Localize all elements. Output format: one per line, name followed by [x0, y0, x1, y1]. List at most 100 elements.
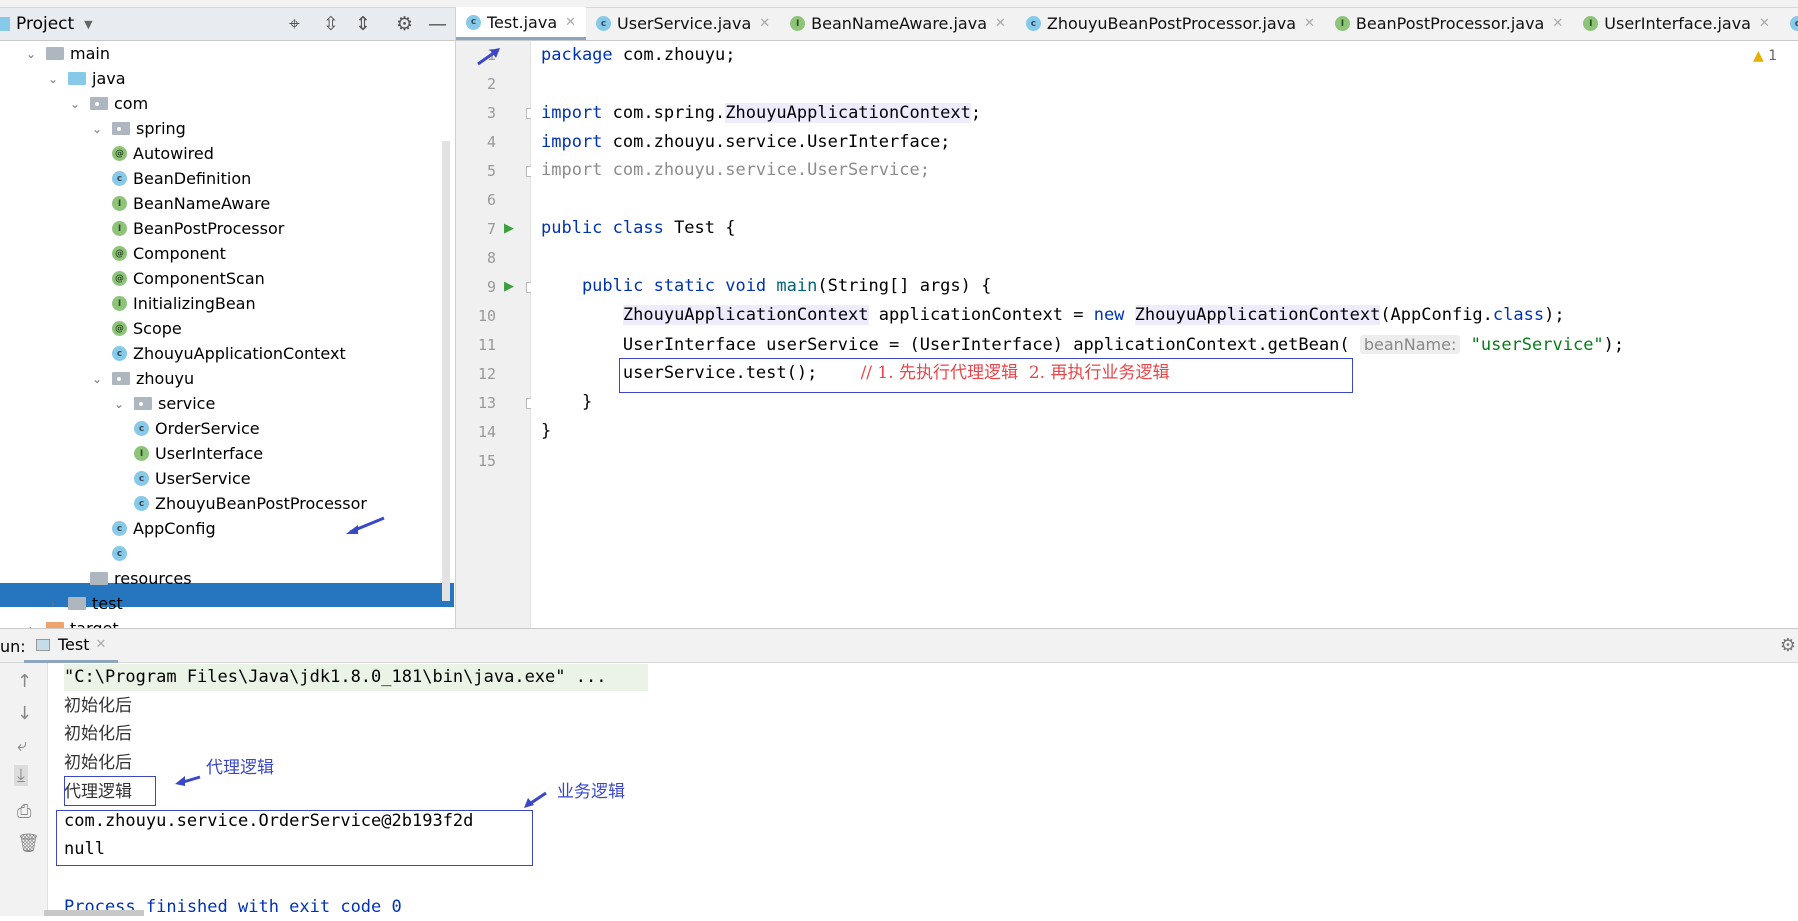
close-tab-icon[interactable]: ✕	[995, 16, 1006, 31]
annotation-box-proxy	[64, 776, 156, 806]
tree-item-autowired[interactable]: @ Autowired	[112, 141, 214, 166]
run-gutter-icon[interactable]: ▶	[504, 279, 514, 294]
close-tab-icon[interactable]: ✕	[759, 16, 770, 31]
tree-item-beanpostprocessor[interactable]: I BeanPostProcessor	[112, 216, 284, 241]
tab-beanpostprocessor-java[interactable]: I BeanPostProcessor.java ✕	[1325, 7, 1573, 40]
tree-item-label: spring	[136, 119, 186, 138]
close-tab-icon[interactable]: ✕	[1759, 16, 1770, 31]
tree-item-label: Autowired	[133, 144, 214, 163]
tree-item-main[interactable]: ⌄ main	[24, 41, 110, 66]
chevron-down-icon[interactable]: ⌄	[46, 72, 60, 86]
console-horizontal-scrollbar[interactable]	[44, 910, 144, 916]
tree-item-label: java	[92, 69, 126, 88]
collapse-all-icon[interactable]: ⇕	[355, 13, 371, 35]
tree-item-test[interactable]: c Test	[112, 541, 165, 566]
run-tab-test[interactable]: Test ✕	[24, 629, 119, 663]
project-view-icon	[0, 17, 10, 31]
tree-item-userinterface[interactable]: I UserInterface	[134, 441, 263, 466]
line-number: 10	[477, 307, 496, 325]
class-icon: c	[112, 346, 127, 361]
down-arrow-icon[interactable]: ↓	[17, 703, 32, 724]
chevron-down-icon[interactable]: ⌄	[90, 372, 104, 386]
chevron-right-icon[interactable]: ›	[46, 597, 60, 611]
code-line-4: import com.zhouyu.service.UserInterface;	[541, 132, 951, 152]
tree-item-zhouyu[interactable]: ⌄ zhouyu	[90, 366, 194, 391]
tree-item-beannameaware[interactable]: I BeanNameAware	[112, 191, 270, 216]
tree-item-scope[interactable]: @ Scope	[112, 316, 182, 341]
class-icon: c	[112, 521, 127, 536]
chevron-down-icon[interactable]: ⌄	[24, 47, 38, 61]
line-number: 2	[486, 75, 496, 93]
tab-beannameaware-java[interactable]: I BeanNameAware.java ✕	[780, 7, 1016, 40]
console-line: 初始化后	[64, 753, 132, 773]
tree-item-java[interactable]: ⌄ java	[46, 66, 126, 91]
up-arrow-icon[interactable]: ↑	[17, 671, 32, 692]
tree-item-userservice[interactable]: c UserService	[134, 466, 251, 491]
package-icon	[90, 97, 108, 110]
tree-item-zhouyuapplicationcontext[interactable]: c ZhouyuApplicationContext	[112, 341, 346, 366]
tree-item-target[interactable]: ›target	[24, 616, 119, 628]
editor-tabs: c Test.java ✕ c UserService.java ✕ I BeanNameAw…	[456, 7, 1798, 41]
chevron-down-icon[interactable]: ⌄	[90, 122, 104, 136]
tab-zhouyubeanpostprocessor-java[interactable]: c ZhouyuBeanPostProcessor.java ✕	[1016, 7, 1325, 40]
gear-icon[interactable]: ⚙	[1780, 635, 1796, 656]
tree-item-beandefinition[interactable]: c BeanDefinition	[112, 166, 251, 191]
tree-item-service[interactable]: ⌄ service	[112, 391, 215, 416]
annotation-proxy-label: 代理逻辑	[206, 758, 274, 778]
scroll-to-end-icon[interactable]: ⤓	[14, 765, 28, 786]
annotation-icon: @	[112, 246, 127, 261]
tree-item-label: BeanDefinition	[133, 169, 252, 188]
interface-icon: I	[112, 296, 127, 311]
tree-item-label: test	[92, 594, 123, 613]
line-number: 4	[486, 133, 496, 151]
tree-item-appconfig[interactable]: c AppConfig	[112, 516, 216, 541]
line-number: 9	[486, 278, 496, 296]
warning-indicator[interactable]: ▲ 1	[1753, 48, 1777, 64]
project-panel-header: Project ▼ ⌖ ⇳ ⇕ ⚙ —	[0, 8, 456, 41]
close-tab-icon[interactable]: ✕	[1552, 16, 1563, 31]
tab-test-java[interactable]: c Test.java ✕	[456, 7, 587, 40]
tree-item-initializingbean[interactable]: I InitializingBean	[112, 291, 256, 316]
tree-item-component[interactable]: @ Component	[112, 241, 226, 266]
console-line: 初始化后	[64, 724, 132, 744]
tree-item-zhouyubeanpostprocessor[interactable]: c ZhouyuBeanPostProcessor	[134, 491, 367, 516]
trash-icon[interactable]: 🗑	[17, 833, 40, 854]
tree-item-test[interactable]: › test	[46, 591, 123, 616]
dropdown-icon[interactable]: ▼	[84, 18, 92, 31]
chevron-down-icon[interactable]: ⌄	[112, 397, 126, 411]
line-number: 5	[486, 162, 496, 180]
gear-icon[interactable]: ⚙	[396, 13, 413, 35]
tab-userservice-java[interactable]: c UserService.java ✕	[586, 7, 780, 40]
interface-icon: I	[1583, 16, 1599, 31]
close-tab-icon[interactable]: ✕	[1304, 16, 1315, 31]
line-number: 3	[486, 104, 496, 122]
class-icon: c	[134, 471, 149, 486]
tree-item-resources[interactable]: resources	[68, 566, 192, 591]
code-editor[interactable]: package com.zhouyu; import com.spring.Zh…	[531, 41, 1798, 628]
locate-icon[interactable]: ⌖	[289, 13, 300, 35]
tree-item-label: UserService	[155, 469, 251, 488]
annotation-icon: @	[112, 271, 127, 286]
close-tab-icon[interactable]: ✕	[565, 15, 576, 30]
tree-item-componentscan[interactable]: @ ComponentScan	[112, 266, 265, 291]
tab-userinterface-java[interactable]: I UserInterface.java ✕	[1573, 7, 1780, 40]
annotation-arrow-icon	[175, 775, 201, 786]
project-view-selector[interactable]: Project	[16, 14, 74, 34]
tree-item-com[interactable]: ⌄ com	[68, 91, 148, 116]
code-line-5: import com.zhouyu.service.UserService;	[541, 160, 930, 180]
code-line-3: import com.spring.ZhouyuApplicationConte…	[541, 103, 982, 123]
line-number: 15	[477, 452, 496, 470]
minimize-icon[interactable]: —	[428, 13, 447, 35]
chevron-down-icon[interactable]: ⌄	[68, 97, 82, 111]
close-icon[interactable]: ✕	[96, 637, 107, 652]
expand-all-icon[interactable]: ⇳	[323, 13, 339, 35]
tree-item-orderservice[interactable]: c OrderService	[134, 416, 260, 441]
soft-wrap-icon[interactable]: ⤶	[17, 735, 27, 756]
tree-item-spring[interactable]: ⌄ spring	[90, 116, 186, 141]
tab-zhouyuap[interactable]: cZhouyuAp	[1780, 7, 1798, 40]
tree-scrollbar[interactable]	[442, 141, 450, 601]
run-gutter-icon[interactable]: ▶	[504, 221, 514, 236]
print-icon[interactable]: ⎙	[17, 801, 31, 822]
annotation-box-code	[619, 358, 1353, 393]
console-output[interactable]: "C:\Program Files\Java\jdk1.8.0_181\bin\…	[48, 663, 1798, 917]
